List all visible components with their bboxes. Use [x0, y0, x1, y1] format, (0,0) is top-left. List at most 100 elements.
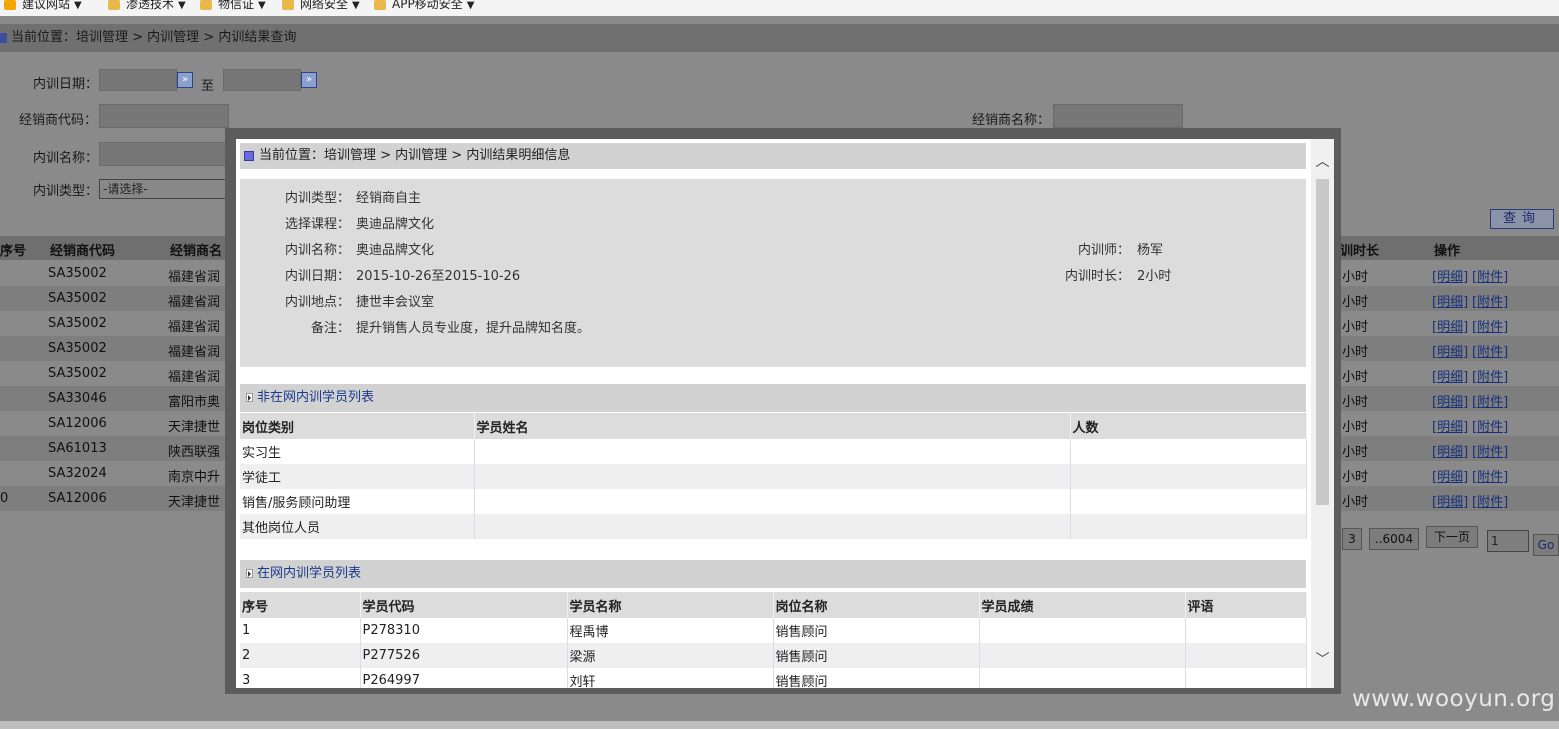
bookmark-folder-pentest[interactable]: 渗透技术 ▼ [108, 0, 186, 14]
folder-icon [282, 0, 294, 10]
cell-trainee-name: 刘轩 [567, 668, 774, 688]
cell-code: SA12006 [48, 491, 107, 506]
bookmarks-bar: 建议网站 ▼ 渗透技术 ▼ 物信证 ▼ 网络安全 ▼ APP移动安全 ▼ [0, 0, 1559, 16]
online-trainees-header[interactable]: 在网内训学员列表 [240, 560, 1306, 588]
col-duration: 训时长 [1340, 244, 1380, 259]
calendar-icon[interactable]: » [177, 72, 193, 88]
attachment-link[interactable]: [附件] [1472, 491, 1508, 510]
scrollbar-thumb[interactable] [1316, 179, 1329, 505]
col-count: 人数 [1070, 413, 1307, 439]
col-comment: 评语 [1185, 592, 1307, 618]
scroll-down-icon[interactable]: ﹀ [1311, 647, 1334, 673]
training-name-input[interactable] [99, 142, 229, 166]
col-actions: 操作 [1434, 244, 1461, 259]
cell-name: 陕西联强 [168, 445, 221, 460]
page-3-button[interactable]: 3 [1342, 528, 1362, 550]
col-score: 学员成绩 [979, 592, 1186, 618]
caret-down-icon: ▼ [466, 0, 475, 11]
cell-trainee-name [474, 439, 1071, 464]
calendar-icon[interactable]: » [301, 72, 317, 88]
training-type-select[interactable]: -请选择- [99, 179, 227, 199]
cell-position-type: 实习生 [240, 439, 475, 464]
cell-seq: 0 [0, 491, 9, 506]
date-to-label: 至 [201, 79, 215, 94]
breadcrumb-text: 当前位置：培训管理 > 内训管理 > 内训结果查询 [11, 30, 297, 45]
caret-down-icon: ▼ [178, 0, 186, 11]
offline-trainees-header[interactable]: 非在网内训学员列表 [240, 384, 1306, 412]
date-to-input[interactable] [223, 69, 301, 91]
date-from-input[interactable] [99, 69, 177, 91]
table-row: 1 P278310 程禹博 销售顾问 [240, 618, 1307, 643]
cell-trainee-name [474, 464, 1071, 489]
attachment-link[interactable]: [附件] [1472, 416, 1508, 435]
go-button[interactable]: Go [1533, 534, 1559, 556]
table-row: 2 P277526 梁源 销售顾问 [240, 643, 1307, 668]
attachment-link[interactable]: [附件] [1472, 366, 1508, 385]
dealer-name-input[interactable] [1053, 104, 1183, 128]
cell-trainee-name: 梁源 [567, 643, 774, 668]
detail-link[interactable]: [明细] [1432, 341, 1468, 360]
caret-down-icon: ▼ [352, 0, 360, 11]
query-button[interactable]: 查询 [1490, 209, 1554, 229]
note-value: 提升销售人员专业度，提升品牌知名度。 [356, 321, 591, 336]
dealer-code-input[interactable] [99, 104, 229, 128]
attachment-link[interactable]: [附件] [1472, 341, 1508, 360]
modal-scrollbar[interactable]: ︿ ﹀ [1311, 139, 1334, 688]
attachment-link[interactable]: [附件] [1472, 316, 1508, 335]
cell-name: 南京中升 [168, 470, 221, 485]
attachment-link[interactable]: [附件] [1472, 266, 1508, 285]
cell-trainee-name: 程禹博 [567, 618, 774, 643]
date-label: 内训日期： [33, 77, 99, 92]
bookmark-label: APP移动安全 [392, 0, 463, 11]
breadcrumb-icon [244, 150, 254, 161]
detail-link[interactable]: [明细] [1432, 491, 1468, 510]
caret-down-icon: ▼ [258, 0, 266, 11]
page-number-input[interactable]: 1 [1487, 530, 1529, 552]
bookmark-label: 网络安全 [300, 0, 349, 11]
bookmark-folder-cert[interactable]: 物信证 ▼ [200, 0, 266, 14]
trainer-value: 杨军 [1137, 243, 1164, 258]
detail-link[interactable]: [明细] [1432, 291, 1468, 310]
expand-triangle-icon [246, 393, 253, 402]
cell-name: 福建省润 [168, 295, 221, 310]
cell-trainee-name [474, 489, 1071, 514]
detail-link[interactable]: [明细] [1432, 441, 1468, 460]
detail-link[interactable]: [明细] [1432, 366, 1468, 385]
cell-count [1070, 439, 1307, 464]
col-seq: 序号 [0, 244, 27, 259]
last-page-button[interactable]: ..6004 [1369, 528, 1419, 550]
scroll-up-icon[interactable]: ︿ [1311, 149, 1334, 175]
col-trainee-code: 学员代码 [360, 592, 568, 618]
table-row: 销售/服务顾问助理 [240, 489, 1307, 514]
attachment-link[interactable]: [附件] [1472, 466, 1508, 485]
detail-link[interactable]: [明细] [1432, 266, 1468, 285]
bookmark-folder-app[interactable]: APP移动安全 ▼ [374, 0, 474, 14]
attachment-link[interactable]: [附件] [1472, 441, 1508, 460]
cell-code: SA35002 [48, 341, 107, 356]
detail-link[interactable]: [明细] [1432, 416, 1468, 435]
next-page-button[interactable]: 下一页 [1426, 526, 1478, 548]
cell-comment [1185, 618, 1307, 643]
training-info-panel: 内训类型： 经销商自主 选择课程： 奥迪品牌文化 内训名称： 奥迪品牌文化 内训… [240, 179, 1306, 403]
cell-score [979, 643, 1186, 668]
detail-link[interactable]: [明细] [1432, 391, 1468, 410]
expand-triangle-icon [246, 569, 253, 578]
bookmark-folder-suggested[interactable]: 建议网站 ▼ [4, 0, 82, 14]
cell-score [979, 618, 1186, 643]
attachment-link[interactable]: [附件] [1472, 291, 1508, 310]
name-label: 内训名称： [284, 243, 350, 258]
attachment-link[interactable]: [附件] [1472, 391, 1508, 410]
breadcrumb-icon [0, 32, 7, 43]
cell-name: 福建省润 [168, 270, 221, 285]
detail-link[interactable]: [明细] [1432, 466, 1468, 485]
name-value: 奥迪品牌文化 [356, 243, 435, 258]
date-value: 2015-10-26至2015-10-26 [356, 269, 521, 284]
bookmark-folder-netsec[interactable]: 网络安全 ▼ [282, 0, 360, 14]
detail-link[interactable]: [明细] [1432, 316, 1468, 335]
cell-trainee-code: P264997 [360, 668, 568, 688]
trainer-label: 内训师： [1077, 243, 1130, 258]
cell-code: SA35002 [48, 291, 107, 306]
cell-position-type: 销售/服务顾问助理 [240, 489, 475, 514]
training-type-label: 内训类型： [33, 184, 99, 199]
cell-duration: 小时 [1342, 445, 1369, 460]
